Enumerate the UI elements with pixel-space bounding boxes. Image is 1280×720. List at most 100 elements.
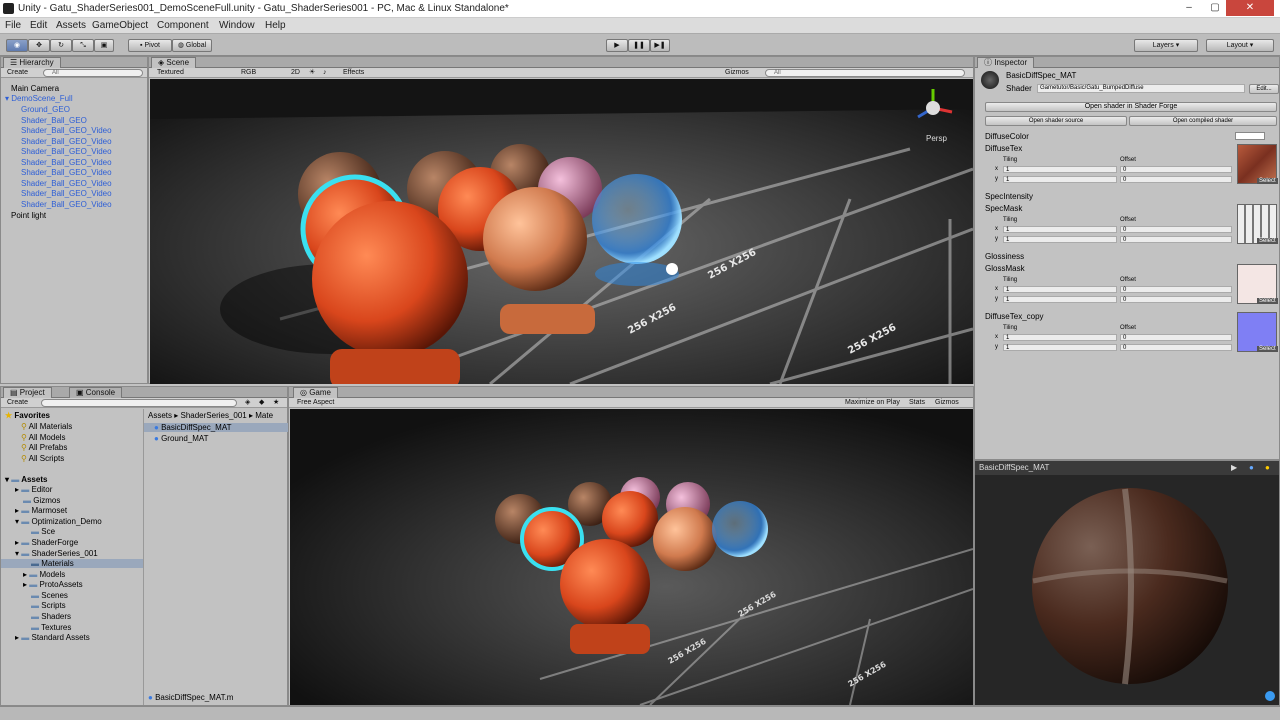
scale-tool-icon[interactable]: ⤡: [72, 39, 94, 52]
project-search-input[interactable]: [41, 399, 237, 407]
tiling-y-field[interactable]: 1: [1003, 236, 1117, 243]
filter-label-icon[interactable]: ◆: [259, 398, 264, 407]
preview-sphere-icon[interactable]: ●: [1249, 461, 1254, 474]
folder-item[interactable]: ▸ ▬ ShaderForge: [15, 538, 78, 547]
layout-dropdown[interactable]: Layout ▾: [1206, 39, 1274, 52]
scene-gizmos-dropdown[interactable]: Gizmos: [725, 68, 749, 77]
offset-x-field[interactable]: 0: [1120, 226, 1232, 233]
project-create[interactable]: Create: [7, 398, 28, 407]
hierarchy-item[interactable]: Ground_GEO: [21, 105, 70, 114]
pause-icon[interactable]: ❚❚: [628, 39, 650, 52]
hierarchy-item-point-light[interactable]: Point light: [11, 211, 46, 220]
folder-item[interactable]: ▬ Textures: [31, 623, 71, 632]
tab-game[interactable]: ◎ Game: [293, 387, 338, 398]
breadcrumb-item[interactable]: Assets: [148, 411, 172, 420]
hierarchy-create[interactable]: Create: [7, 68, 28, 77]
hierarchy-item[interactable]: Shader_Ball_GEO_Video: [21, 158, 112, 167]
offset-x-field[interactable]: 0: [1120, 334, 1232, 341]
hierarchy-item[interactable]: Shader_Ball_GEO_Video: [21, 137, 112, 146]
persp-label[interactable]: Persp: [926, 134, 947, 143]
folder-item[interactable]: ▬ Shaders: [31, 612, 71, 621]
game-gizmos-dropdown[interactable]: Gizmos: [935, 398, 959, 407]
folder-item[interactable]: ▸ ▬ Standard Assets: [15, 633, 90, 642]
shader-edit-button[interactable]: Edit...: [1249, 84, 1279, 94]
scene-2d-toggle[interactable]: 2D: [291, 68, 300, 77]
step-icon[interactable]: ▶❚: [650, 39, 670, 52]
rect-tool-icon[interactable]: ▣: [94, 39, 114, 52]
close-icon[interactable]: ✕: [1226, 0, 1274, 16]
file-item-selected[interactable]: ● BasicDiffSpec_MAT: [144, 423, 288, 432]
folder-item[interactable]: ▾ ▬ ShaderSeries_001: [15, 549, 98, 558]
preview-light-icon[interactable]: ●: [1265, 461, 1270, 474]
tiling-x-field[interactable]: 1: [1003, 334, 1117, 341]
tiling-x-field[interactable]: 1: [1003, 286, 1117, 293]
folder-item[interactable]: ▸ ▬ Marmoset: [15, 506, 67, 515]
shader-dropdown[interactable]: Gametutor/Basic/Gatu_BumpedDiffuse: [1037, 84, 1245, 93]
open-compiled-shader-button[interactable]: Open compiled shader: [1129, 116, 1277, 126]
folder-item[interactable]: ▬ Scenes: [31, 591, 68, 600]
diffusetex-copy-select-button[interactable]: Select: [1257, 346, 1278, 352]
scene-viewport[interactable]: 256 X256 256 X256 256 X256 Persp: [150, 79, 973, 384]
diffuse-color-swatch[interactable]: [1235, 132, 1265, 140]
scene-search-input[interactable]: All: [765, 69, 965, 77]
tiling-x-field[interactable]: 1: [1003, 226, 1117, 233]
fav-all-materials[interactable]: ⚲ All Materials: [21, 422, 72, 431]
offset-x-field[interactable]: 0: [1120, 286, 1232, 293]
tab-hierarchy[interactable]: ☰ Hierarchy: [3, 57, 61, 68]
offset-y-field[interactable]: 0: [1120, 296, 1232, 303]
tab-scene[interactable]: ◈ Scene: [151, 57, 197, 68]
hierarchy-item[interactable]: Shader_Ball_GEO_Video: [21, 189, 112, 198]
open-shader-forge-button[interactable]: Open shader in Shader Forge: [985, 102, 1277, 112]
hierarchy-item[interactable]: Shader_Ball_GEO_Video: [21, 147, 112, 156]
tab-inspector[interactable]: ⓘ Inspector: [977, 57, 1035, 68]
hierarchy-item[interactable]: Shader_Ball_GEO: [21, 116, 87, 125]
preview-play-icon[interactable]: ▶: [1231, 461, 1237, 474]
menu-component[interactable]: Component: [157, 20, 209, 31]
favorites-header[interactable]: ★ Favorites: [5, 411, 50, 420]
tiling-y-field[interactable]: 1: [1003, 176, 1117, 183]
tab-console[interactable]: ▣ Console: [69, 387, 123, 398]
specmask-select-button[interactable]: Select: [1257, 238, 1278, 244]
scene-mode-dropdown[interactable]: Textured: [157, 68, 184, 77]
folder-item[interactable]: ▸ ▬ Editor: [15, 485, 52, 494]
file-item[interactable]: ● Ground_MAT: [154, 434, 209, 443]
audio-icon[interactable]: ♪: [323, 68, 327, 77]
point-light-icon[interactable]: [666, 263, 678, 275]
hierarchy-item[interactable]: Shader_Ball_GEO_Video: [21, 179, 112, 188]
folder-item[interactable]: ▾ ▬ Optimization_Demo: [15, 517, 102, 526]
breadcrumb-item[interactable]: ShaderSeries_001: [180, 411, 246, 420]
folder-item-selected[interactable]: ▬ Materials: [1, 559, 143, 568]
breadcrumb-item[interactable]: Mate: [255, 411, 273, 420]
stats-toggle[interactable]: Stats: [909, 398, 925, 407]
menu-file[interactable]: File: [5, 20, 21, 31]
hierarchy-search-input[interactable]: All: [43, 69, 143, 77]
material-preview-sphere[interactable]: [1025, 481, 1235, 691]
game-viewport[interactable]: 256 X256 256 X256 256 X256: [290, 409, 973, 705]
folder-item[interactable]: ▬ Gizmos: [23, 496, 60, 505]
folder-item[interactable]: ▬ Scripts: [31, 601, 66, 610]
play-icon[interactable]: ▶: [606, 39, 628, 52]
tiling-y-field[interactable]: 1: [1003, 344, 1117, 351]
offset-y-field[interactable]: 0: [1120, 344, 1232, 351]
rotate-tool-icon[interactable]: ↻: [50, 39, 72, 52]
offset-y-field[interactable]: 0: [1120, 236, 1232, 243]
menu-gameobject[interactable]: GameObject: [92, 20, 148, 31]
offset-x-field[interactable]: 0: [1120, 166, 1232, 173]
maximize-on-play-toggle[interactable]: Maximize on Play: [845, 398, 900, 407]
folder-item[interactable]: ▬ Sce: [31, 527, 55, 536]
offset-y-field[interactable]: 0: [1120, 176, 1232, 183]
pivot-button[interactable]: ▪ Pivot: [128, 39, 172, 52]
scene-effects-dropdown[interactable]: Effects: [343, 68, 364, 77]
glossmask-select-button[interactable]: Select: [1257, 298, 1278, 304]
folder-item[interactable]: ▸ ▬ ProtoAssets: [23, 580, 83, 589]
hierarchy-item[interactable]: Shader_Ball_GEO_Video: [21, 168, 112, 177]
hierarchy-item-main-camera[interactable]: Main Camera: [11, 84, 59, 93]
menu-help[interactable]: Help: [265, 20, 286, 31]
hierarchy-item[interactable]: Shader_Ball_GEO_Video: [21, 200, 112, 209]
filter-type-icon[interactable]: ◈: [245, 398, 250, 407]
favorite-star-icon[interactable]: ★: [273, 398, 279, 407]
aspect-dropdown[interactable]: Free Aspect: [297, 398, 334, 407]
open-shader-source-button[interactable]: Open shader source: [985, 116, 1127, 126]
diffusetex-select-button[interactable]: Select: [1257, 178, 1278, 184]
menu-assets[interactable]: Assets: [56, 20, 86, 31]
